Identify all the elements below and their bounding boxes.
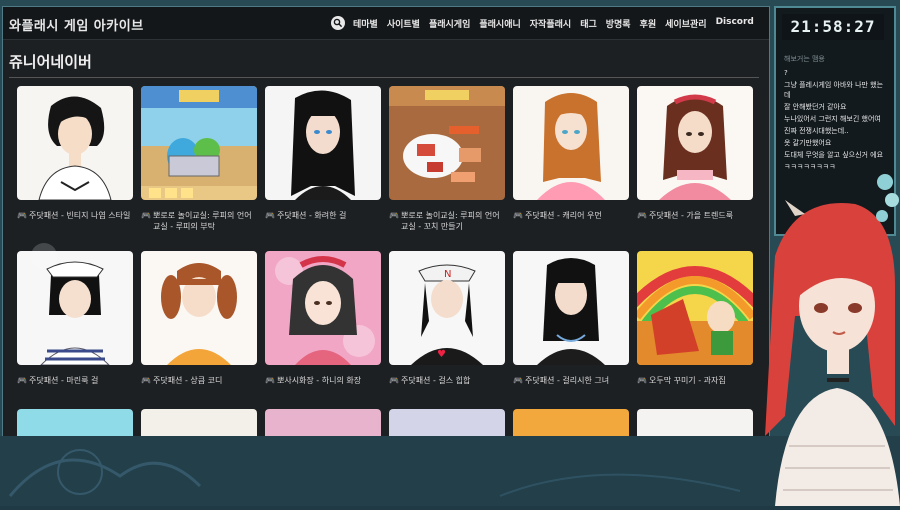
game-thumbnail[interactable]: N ♥ <box>389 251 505 365</box>
nav-link-flash-game[interactable]: 플래시게임 <box>429 17 470 30</box>
game-title[interactable]: 주닷패션 - 상큼 코디 <box>153 375 222 386</box>
game-thumbnail[interactable] <box>513 251 629 365</box>
game-thumbnail[interactable] <box>17 251 133 365</box>
game-title[interactable]: 주닷패션 - 빈티지 나염 스타일 <box>29 210 130 221</box>
stream-clock: 21:58:27 <box>782 14 884 40</box>
browser-viewport: 와플래시 게임 아카이브 테마별 사이트별 플래시게임 플래시애니 자작플래시 … <box>2 6 770 438</box>
game-thumbnail[interactable] <box>17 409 133 437</box>
svg-text:♥: ♥ <box>437 349 446 360</box>
chat-message: 옷 갈기만했어요 <box>784 139 832 147</box>
game-card[interactable]: 🎮 주닷패션 - 상큼 코디 <box>141 251 257 416</box>
gamepad-icon: 🎮 <box>389 376 399 385</box>
game-title[interactable]: 뽀로로 놀이교실: 루피의 언어교실 - 꼬치 만들기 <box>401 210 505 232</box>
top-navbar: 와플래시 게임 아카이브 테마별 사이트별 플래시게임 플래시애니 자작플래시 … <box>3 7 769 40</box>
game-thumbnail[interactable] <box>265 251 381 365</box>
chat-message: 누나있어서 그런지 해보긴 했어여 <box>784 115 881 123</box>
streamer-avatar <box>755 196 900 506</box>
game-title[interactable]: 주닷패션 - 가을 트렌드룩 <box>649 210 733 221</box>
game-grid-row-partial <box>17 409 753 437</box>
search-icon[interactable] <box>331 16 345 30</box>
game-thumbnail[interactable] <box>265 409 381 437</box>
game-card[interactable]: 🎮 오두막 꾸미기 - 과자집 <box>637 251 753 416</box>
game-title[interactable]: 주닷패션 - 화려한 걸 <box>277 210 346 221</box>
chat-log: ? 그냥 플레시게임 아바와 나만 했는데 잘 안해봤던거 같아요 누나있어서 … <box>784 68 888 174</box>
game-thumbnail[interactable] <box>637 409 753 437</box>
game-card[interactable]: 🎮 주닷패션 - 빈티지 나염 스타일 <box>17 86 133 251</box>
gamepad-icon: 🎮 <box>637 211 647 220</box>
game-thumbnail[interactable] <box>389 86 505 200</box>
site-brand[interactable]: 와플래시 게임 아카이브 <box>9 15 144 34</box>
gamepad-icon: 🎮 <box>17 211 27 220</box>
nav-link-flash-ani[interactable]: 플래시애니 <box>479 17 520 30</box>
gamepad-icon: 🎮 <box>637 376 647 385</box>
nav-link-custom-flash[interactable]: 자작플래시 <box>530 17 571 30</box>
game-grid: 🎮 주닷패션 - 빈티지 나염 스타일 🎮 뽀로로 놀이교실: 루피의 언어교실 -… <box>17 86 759 416</box>
chat-message: 그냥 플레시게임 아바와 나만 했는데 <box>784 81 884 99</box>
nav-link-discord[interactable]: Discord <box>716 17 754 30</box>
game-card[interactable]: 🎮 주닷패션 - 캐리어 우먼 <box>513 86 629 251</box>
gamepad-icon: 🎮 <box>265 211 275 220</box>
game-card[interactable]: N ♥ 🎮 주닷패션 - 걸스 힙합 <box>389 251 505 416</box>
gamepad-icon: 🎮 <box>513 211 523 220</box>
game-card[interactable]: 🎮 뽀로로 놀이교실: 루피의 언어교실 - 꼬치 만들기 <box>389 86 505 251</box>
flower-ornament-icon <box>870 170 900 234</box>
chat-message: 도대체 무엇을 알고 싶으신거 에요 <box>784 151 884 159</box>
gamepad-icon: 🎮 <box>17 376 27 385</box>
game-title[interactable]: 주닷패션 - 마린룩 걸 <box>29 375 98 386</box>
title-divider <box>9 77 759 78</box>
game-thumbnail[interactable] <box>141 251 257 365</box>
game-thumbnail[interactable] <box>637 86 753 200</box>
chat-message: ? <box>784 69 788 77</box>
svg-text:N: N <box>444 269 451 280</box>
nav-link-donate[interactable]: 후원 <box>640 17 657 30</box>
nav-links: 테마별 사이트별 플래시게임 플래시애니 자작플래시 태그 방명록 후원 세이브… <box>353 17 763 30</box>
game-card[interactable]: 🎮 뽀사시화장 - 하니의 화장 <box>265 251 381 416</box>
scroll-indicator[interactable] <box>31 243 57 269</box>
nav-link-theme[interactable]: 테마별 <box>353 17 378 30</box>
game-thumbnail[interactable] <box>637 251 753 365</box>
game-thumbnail[interactable] <box>17 86 133 200</box>
game-thumbnail[interactable] <box>141 409 257 437</box>
nav-link-save-manage[interactable]: 세이브관리 <box>665 17 706 30</box>
chat-header: 해보거는 맴용 <box>784 55 825 63</box>
game-title[interactable]: 뽀사시화장 - 하니의 화장 <box>277 375 361 386</box>
gamepad-icon: 🎮 <box>389 211 399 220</box>
game-thumbnail[interactable] <box>389 409 505 437</box>
gamepad-icon: 🎮 <box>141 211 151 220</box>
game-title[interactable]: 오두막 꾸미기 - 과자집 <box>649 375 726 386</box>
game-thumbnail[interactable] <box>141 86 257 200</box>
nav-link-guestbook[interactable]: 방명록 <box>606 17 631 30</box>
game-card[interactable]: 🎮 주닷패션 - 화려한 걸 <box>265 86 381 251</box>
game-title[interactable]: 주닷패션 - 캐리어 우먼 <box>525 210 602 221</box>
game-title[interactable]: 뽀로로 놀이교실: 루피의 언어교실 - 루피의 부탁 <box>153 210 257 232</box>
page-title: 쥬니어네이버 <box>9 53 92 71</box>
game-card[interactable]: 🎮 주닷패션 - 마린룩 걸 <box>17 251 133 416</box>
gamepad-icon: 🎮 <box>141 376 151 385</box>
game-title[interactable]: 주닷패션 - 걸스 힙합 <box>401 375 470 386</box>
game-card[interactable]: 🎮 주닷패션 - 가을 트렌드룩 <box>637 86 753 251</box>
nav-link-site[interactable]: 사이트별 <box>387 17 420 30</box>
gamepad-icon: 🎮 <box>513 376 523 385</box>
game-card[interactable]: 🎮 뽀로로 놀이교실: 루피의 언어교실 - 루피의 부탁 <box>141 86 257 251</box>
nav-link-tags[interactable]: 태그 <box>580 17 597 30</box>
chat-message: 진짜 전쟁시대했는데.. <box>784 127 849 135</box>
game-thumbnail[interactable] <box>513 409 629 437</box>
game-title[interactable]: 주닷패션 - 걸리시한 그녀 <box>525 375 609 386</box>
game-thumbnail[interactable] <box>265 86 381 200</box>
chat-message: 잘 안해봤던거 같아요 <box>784 103 847 111</box>
gamepad-icon: 🎮 <box>265 376 275 385</box>
game-card[interactable]: 🎮 주닷패션 - 걸리시한 그녀 <box>513 251 629 416</box>
game-thumbnail[interactable] <box>513 86 629 200</box>
